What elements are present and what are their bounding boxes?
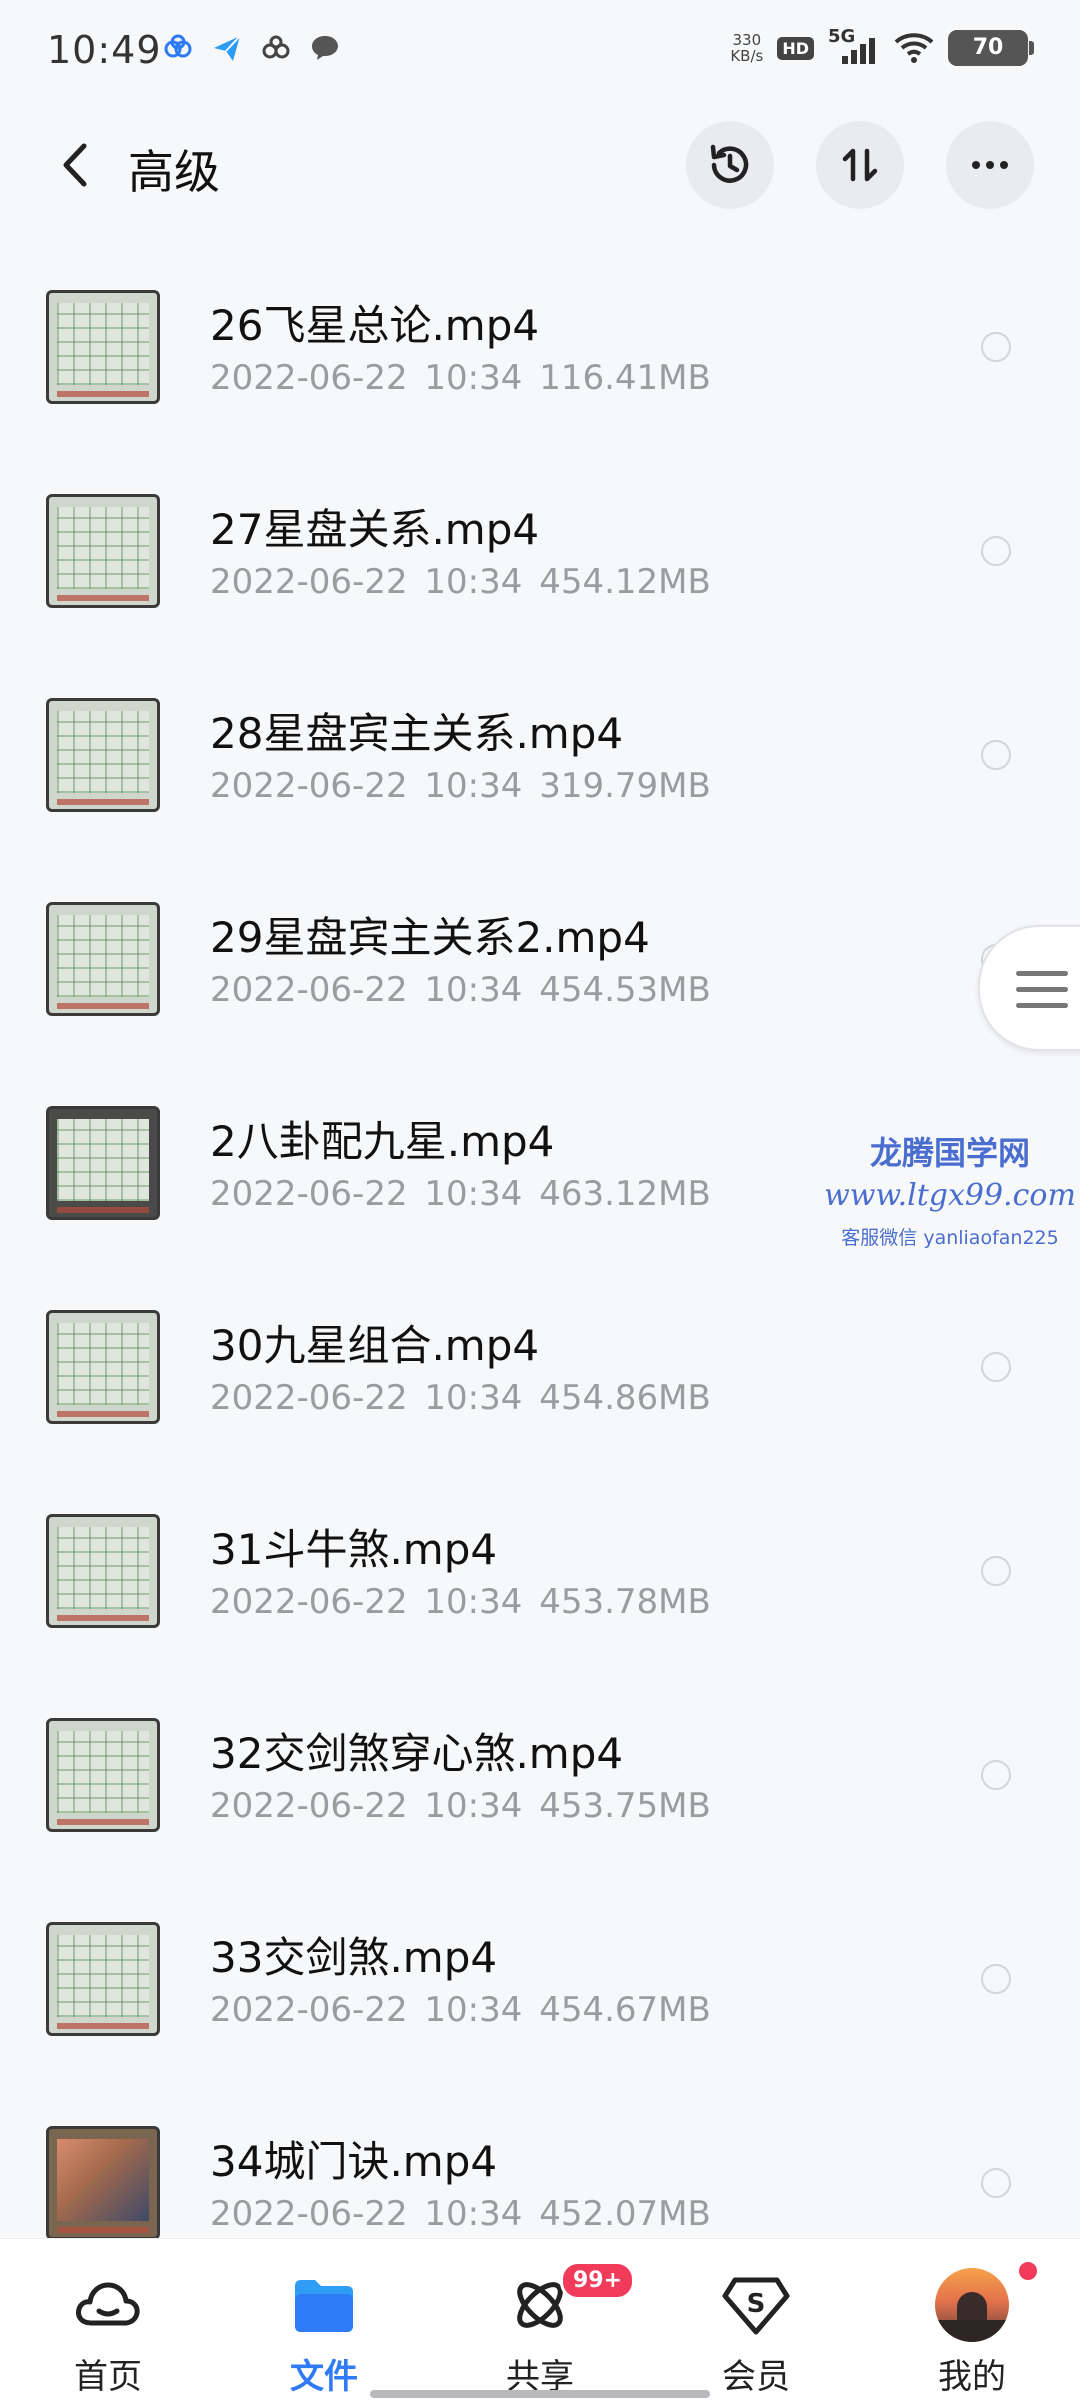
nav-vip[interactable]: S 会员	[676, 2239, 836, 2401]
file-name: 33交剑煞.mp4	[210, 1933, 498, 1982]
file-meta: 2022-06-22 10:34 454.67MB	[210, 1990, 711, 2030]
vip-diamond-icon: S	[716, 2265, 796, 2345]
cloud-app-icon	[164, 34, 192, 58]
file-row[interactable]: 27星盘关系.mp4 2022-06-22 10:34 454.12MB	[0, 424, 1080, 628]
watermark-contact: 客服微信 yanliaofan225	[841, 1227, 1059, 1249]
send-app-icon	[214, 35, 241, 61]
video-thumbnail	[46, 1106, 160, 1220]
select-checkbox[interactable]	[981, 1352, 1011, 1382]
file-name: 2八卦配九星.mp4	[210, 1117, 555, 1166]
network-speed: 330 KB/s	[730, 31, 764, 65]
home-cloud-icon	[68, 2265, 148, 2345]
folder-icon	[284, 2265, 364, 2345]
file-meta: 2022-06-22 10:34 116.41MB	[210, 358, 711, 398]
video-thumbnail	[46, 1310, 160, 1424]
file-row[interactable]: 28星盘宾主关系.mp4 2022-06-22 10:34 319.79MB	[0, 628, 1080, 832]
file-name: 28星盘宾主关系.mp4	[210, 709, 624, 758]
notification-icons	[163, 32, 341, 64]
wifi-icon	[894, 33, 934, 63]
video-thumbnail	[46, 1922, 160, 2036]
file-meta: 2022-06-22 10:34 452.07MB	[210, 2194, 711, 2234]
file-row[interactable]: 30九星组合.mp4 2022-06-22 10:34 454.86MB	[0, 1240, 1080, 1444]
more-icon	[972, 161, 1008, 169]
watermark-title: 龙腾国学网	[869, 1134, 1030, 1172]
video-thumbnail	[46, 290, 160, 404]
page-title: 高级	[128, 145, 220, 199]
nav-home[interactable]: 首页	[28, 2239, 188, 2401]
file-row[interactable]: 32交剑煞穿心煞.mp4 2022-06-22 10:34 453.75MB	[0, 1648, 1080, 1852]
select-checkbox[interactable]	[981, 1760, 1011, 1790]
share-badge: 99+	[560, 2261, 636, 2300]
history-icon	[710, 144, 749, 183]
file-name: 27星盘关系.mp4	[210, 505, 540, 554]
file-meta: 2022-06-22 10:34 454.86MB	[210, 1378, 711, 1418]
chat-icon	[312, 36, 338, 60]
status-indicators: 330 KB/s HD 5G 70	[730, 26, 1034, 66]
select-checkbox[interactable]	[981, 740, 1011, 770]
video-thumbnail	[46, 1718, 160, 1832]
nav-me[interactable]: 我的	[892, 2239, 1052, 2401]
file-name: 32交剑煞穿心煞.mp4	[210, 1729, 624, 1778]
file-meta: 2022-06-22 10:34 463.12MB	[210, 1174, 711, 1214]
file-meta: 2022-06-22 10:34 453.75MB	[210, 1786, 711, 1826]
status-bar: 10:49 330 KB/s HD 5G 70	[0, 0, 1080, 110]
file-meta: 2022-06-22 10:34 454.53MB	[210, 970, 711, 1010]
battery-icon: 70	[948, 30, 1034, 66]
back-arrow-icon	[63, 143, 87, 187]
file-name: 30九星组合.mp4	[210, 1321, 540, 1370]
file-meta: 2022-06-22 10:34 453.78MB	[210, 1582, 711, 1622]
nav-share[interactable]: 99+ 共享	[460, 2239, 636, 2401]
file-row[interactable]: 31斗牛煞.mp4 2022-06-22 10:34 453.78MB	[0, 1444, 1080, 1648]
watermark-url: www.ltgx99.com	[824, 1178, 1076, 1213]
baidu-app-icon	[262, 35, 290, 59]
select-checkbox[interactable]	[981, 536, 1011, 566]
back-button[interactable]	[52, 138, 102, 192]
watermark: 龙腾国学网 www.ltgx99.com 客服微信 yanliaofan225	[820, 1128, 1080, 1250]
file-name: 31斗牛煞.mp4	[210, 1525, 498, 1574]
video-thumbnail	[46, 698, 160, 812]
bottom-nav: 首页 文件 99+ 共享 S 会员 我的	[0, 2238, 1080, 2401]
select-checkbox[interactable]	[981, 332, 1011, 362]
home-indicator	[370, 2390, 710, 2398]
hd-icon: HD	[777, 36, 814, 60]
file-row[interactable]: 29星盘宾主关系2.mp4 2022-06-22 10:34 454.53MB	[0, 832, 1080, 1036]
video-thumbnail	[46, 1514, 160, 1628]
avatar	[932, 2265, 1012, 2345]
file-row[interactable]: 33交剑煞.mp4 2022-06-22 10:34 454.67MB	[0, 1852, 1080, 2056]
video-thumbnail	[46, 494, 160, 608]
sort-button[interactable]	[816, 121, 904, 209]
menu-icon	[1016, 971, 1068, 1019]
svg-text:S: S	[747, 2289, 766, 2319]
header: 高级	[0, 110, 1080, 220]
signal-icon: 5G	[828, 26, 880, 66]
video-thumbnail	[46, 902, 160, 1016]
status-time: 10:49	[47, 28, 162, 72]
select-checkbox[interactable]	[981, 1964, 1011, 1994]
file-row[interactable]: 26飞星总论.mp4 2022-06-22 10:34 116.41MB	[0, 220, 1080, 424]
file-meta: 2022-06-22 10:34 319.79MB	[210, 766, 711, 806]
file-name: 26飞星总论.mp4	[210, 301, 540, 350]
video-thumbnail	[46, 2126, 160, 2240]
file-row[interactable]: 34城门诀.mp4 2022-06-22 10:34 452.07MB	[0, 2056, 1080, 2260]
file-meta: 2022-06-22 10:34 454.12MB	[210, 562, 711, 602]
nav-files[interactable]: 文件	[244, 2239, 404, 2401]
file-name: 29星盘宾主关系2.mp4	[210, 913, 650, 962]
history-button[interactable]	[686, 121, 774, 209]
more-button[interactable]	[946, 121, 1034, 209]
sort-icon	[842, 148, 878, 182]
file-name: 34城门诀.mp4	[210, 2137, 498, 2186]
notification-dot	[1016, 2259, 1040, 2283]
select-checkbox[interactable]	[981, 1556, 1011, 1586]
select-checkbox[interactable]	[981, 2168, 1011, 2198]
